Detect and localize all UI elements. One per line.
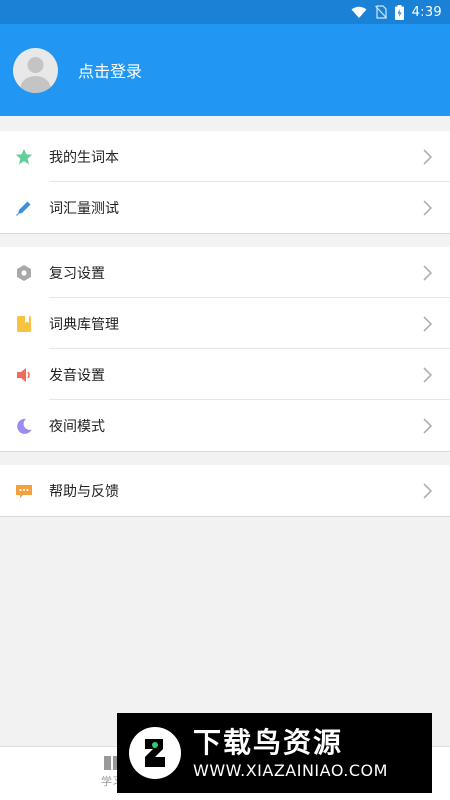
chevron-right-icon — [423, 200, 432, 216]
menu-item-label: 词典库管理 — [49, 316, 119, 333]
menu-item-help-feedback[interactable]: 帮助与反馈 — [0, 465, 450, 516]
pen-icon — [15, 199, 33, 217]
chevron-right-icon — [423, 149, 432, 165]
chevron-right-icon — [423, 418, 432, 434]
menu-item-label: 夜间模式 — [49, 418, 105, 435]
status-bar: 4:39 — [0, 0, 450, 24]
menu-item-label: 词汇量测试 — [49, 200, 119, 217]
chevron-right-icon — [423, 367, 432, 383]
menu-item-label: 我的生词本 — [49, 149, 119, 166]
chat-bubble-icon — [15, 482, 33, 500]
watermark-url: WWW.XIAZAINIAO.COM — [193, 761, 388, 780]
menu-item-label: 发音设置 — [49, 367, 105, 384]
menu-item-label: 帮助与反馈 — [49, 483, 119, 500]
menu-item-pronunciation-settings[interactable]: 发音设置 — [0, 349, 450, 400]
wifi-icon — [351, 6, 367, 18]
menu-group-vocabulary: 我的生词本 词汇量测试 — [0, 131, 450, 234]
menu-item-dictionary-manage[interactable]: 词典库管理 — [0, 298, 450, 349]
default-avatar-icon — [20, 56, 51, 93]
chevron-right-icon — [423, 483, 432, 499]
moon-icon — [15, 417, 33, 435]
menu-item-review-settings[interactable]: 复习设置 — [0, 247, 450, 298]
menu-item-vocab-test[interactable]: 词汇量测试 — [0, 182, 450, 233]
profile-header[interactable]: 点击登录 — [0, 24, 450, 116]
chevron-right-icon — [423, 265, 432, 281]
menu-item-label: 复习设置 — [49, 265, 105, 282]
menu-item-night-mode[interactable]: 夜间模式 — [0, 400, 450, 451]
watermark-banner: 下载鸟资源 WWW.XIAZAINIAO.COM — [117, 713, 432, 793]
menu-group-settings: 复习设置 词典库管理 发音设置 夜间模式 — [0, 247, 450, 452]
battery-charging-icon — [394, 4, 404, 20]
menu-group-help: 帮助与反馈 — [0, 465, 450, 517]
watermark-logo-icon — [129, 727, 181, 779]
bookmark-icon — [15, 315, 33, 333]
status-time: 4:39 — [411, 4, 442, 20]
watermark-title: 下载鸟资源 — [193, 726, 344, 759]
chevron-right-icon — [423, 316, 432, 332]
avatar[interactable] — [13, 47, 58, 93]
hexagon-gear-icon — [15, 264, 33, 282]
login-label[interactable]: 点击登录 — [78, 58, 142, 82]
no-sim-icon — [374, 5, 387, 19]
menu-item-word-book[interactable]: 我的生词本 — [0, 131, 450, 182]
star-icon — [15, 148, 33, 166]
speaker-icon — [15, 366, 33, 384]
